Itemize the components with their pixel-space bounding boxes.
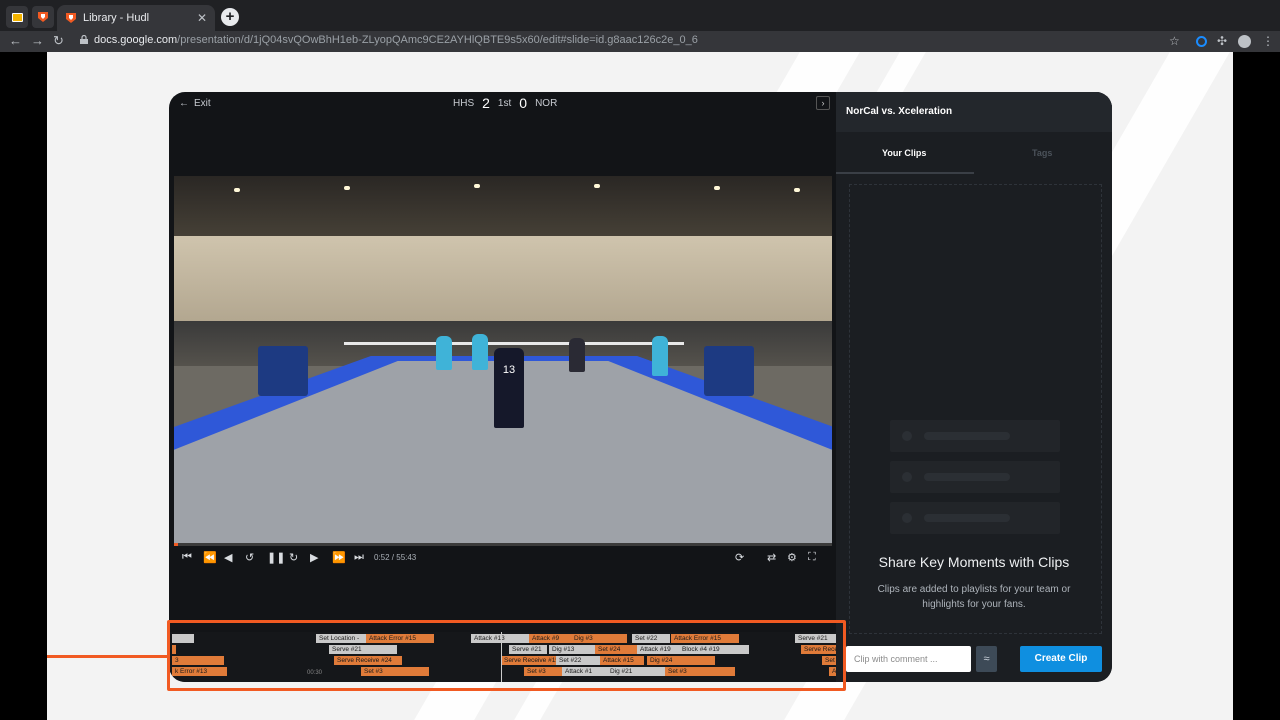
player-header: ← Exit HHS 2 1st 0 NOR › [169,92,836,118]
pinned-tab-hudl[interactable] [32,6,54,28]
ceiling-light [234,188,240,192]
volleyball-net [344,342,684,345]
star-icon[interactable]: ☆ [1169,34,1180,48]
athlete-foreground: 13 [494,348,524,428]
share-description: Clips are added to playlists for your te… [877,584,1071,610]
rewind-icon[interactable]: ⏪ [203,551,217,564]
fullscreen-icon[interactable]: ⛶ [808,551,816,564]
tab-title: Library - Hudl [83,12,150,24]
ceiling-light [714,186,720,190]
hudl-app-frame: ← Exit HHS 2 1st 0 NOR › 13 ⏮ ⏪ ◀ ↺ ❚❚ ↻… [169,92,1112,682]
gear-icon[interactable]: ⚙ [787,551,797,564]
create-clip-button[interactable]: Create Clip [1020,646,1102,672]
callout-line [47,655,169,658]
avatar[interactable] [1238,35,1251,48]
arrow-left-icon: ← [179,98,189,109]
clip-placeholder [890,502,1060,534]
team-home: HHS [453,97,475,109]
url-field[interactable]: docs.google.com/presentation/d/1jQ04svQO… [94,34,698,46]
fast-forward-icon[interactable]: ⏩ [332,551,346,564]
hudl-icon [66,13,76,23]
ceiling-light [344,186,350,190]
athlete [652,336,668,376]
step-back-icon[interactable]: ◀ [224,551,232,564]
pause-icon[interactable]: ❚❚ [267,551,285,564]
ceiling-light [474,184,480,188]
pole-pad [258,346,308,396]
video-seek-bar[interactable] [174,543,832,546]
sidebar-tabs: Your Clips Tags [836,132,1112,174]
period: 1st [497,97,512,109]
skip-start-icon[interactable]: ⏮ [182,551,192,564]
url-host: docs.google.com [94,34,178,46]
filter-icon[interactable]: ≈ [976,646,997,672]
url-path: /presentation/d/1jQ04svQOwBhH1eb-ZLyopQA… [177,34,698,46]
timecode: 0:52 / 55:43 [374,553,417,562]
forward-icon[interactable]: → [31,33,44,48]
tab-tags[interactable]: Tags [1032,148,1052,158]
score-home: 2 [482,95,490,111]
ceiling-light [594,184,600,188]
team-away: NOR [535,97,558,109]
new-tab-button[interactable]: + [221,8,239,26]
clips-sidebar: NorCal vs. Xceleration Your Clips Tags S… [836,92,1112,682]
video-frame[interactable]: 13 [174,176,832,546]
play-step-icon[interactable]: ▶ [310,551,318,564]
loop-icon[interactable]: ⇄ [767,551,776,564]
slides-icon [11,12,23,22]
ceiling-light [794,188,800,192]
close-icon[interactable]: ✕ [197,11,207,25]
player-controls: ⏮ ⏪ ◀ ↺ ❚❚ ↻ ▶ ⏩ ⏭ 0:52 / 55:43 ⟳ ⇄ ⚙ ⛶ [174,548,832,568]
extension-circle-icon[interactable] [1196,36,1207,47]
forward-5-icon[interactable]: ↻ [289,551,298,564]
sidebar-title: NorCal vs. Xceleration [836,92,1112,132]
clip-placeholder [890,461,1060,493]
share-title: Share Key Moments with Clips [878,554,1070,570]
clip-placeholder [890,420,1060,452]
athlete [569,338,585,372]
back-icon[interactable]: ← [9,33,22,48]
pinned-tab-slides[interactable] [6,6,28,28]
tab-your-clips[interactable]: Your Clips [882,148,926,158]
chevron-right-icon[interactable]: › [816,96,830,110]
exit-button[interactable]: ← Exit [179,98,211,109]
pole-pad [704,346,754,396]
athlete [472,334,488,370]
tab-library-hudl[interactable]: Library - Hudl ✕ [57,5,215,31]
menu-icon[interactable]: ⋮ [1262,34,1274,48]
reload-icon[interactable]: ↻ [53,33,64,49]
scoreboard: HHS 2 1st 0 NOR [453,95,557,111]
skip-end-icon[interactable]: ⏭ [354,551,364,564]
jersey-number: 13 [502,364,516,376]
score-away: 0 [519,95,528,111]
puzzle-icon[interactable]: ✣ [1217,34,1227,48]
lock-icon [80,35,88,44]
hudl-icon [38,12,48,22]
athlete [436,336,452,370]
browser-tab-bar: Library - Hudl ✕ + [0,0,1280,31]
timeline-highlight-box [167,620,846,691]
replay-5-icon[interactable]: ↺ [245,551,254,564]
tab-underline [836,172,974,174]
exit-label: Exit [194,98,211,109]
clip-comment-input[interactable] [846,646,971,672]
speed-icon[interactable]: ⟳ [735,551,744,564]
address-bar: ← → ↻ docs.google.com/presentation/d/1jQ… [0,31,1280,52]
